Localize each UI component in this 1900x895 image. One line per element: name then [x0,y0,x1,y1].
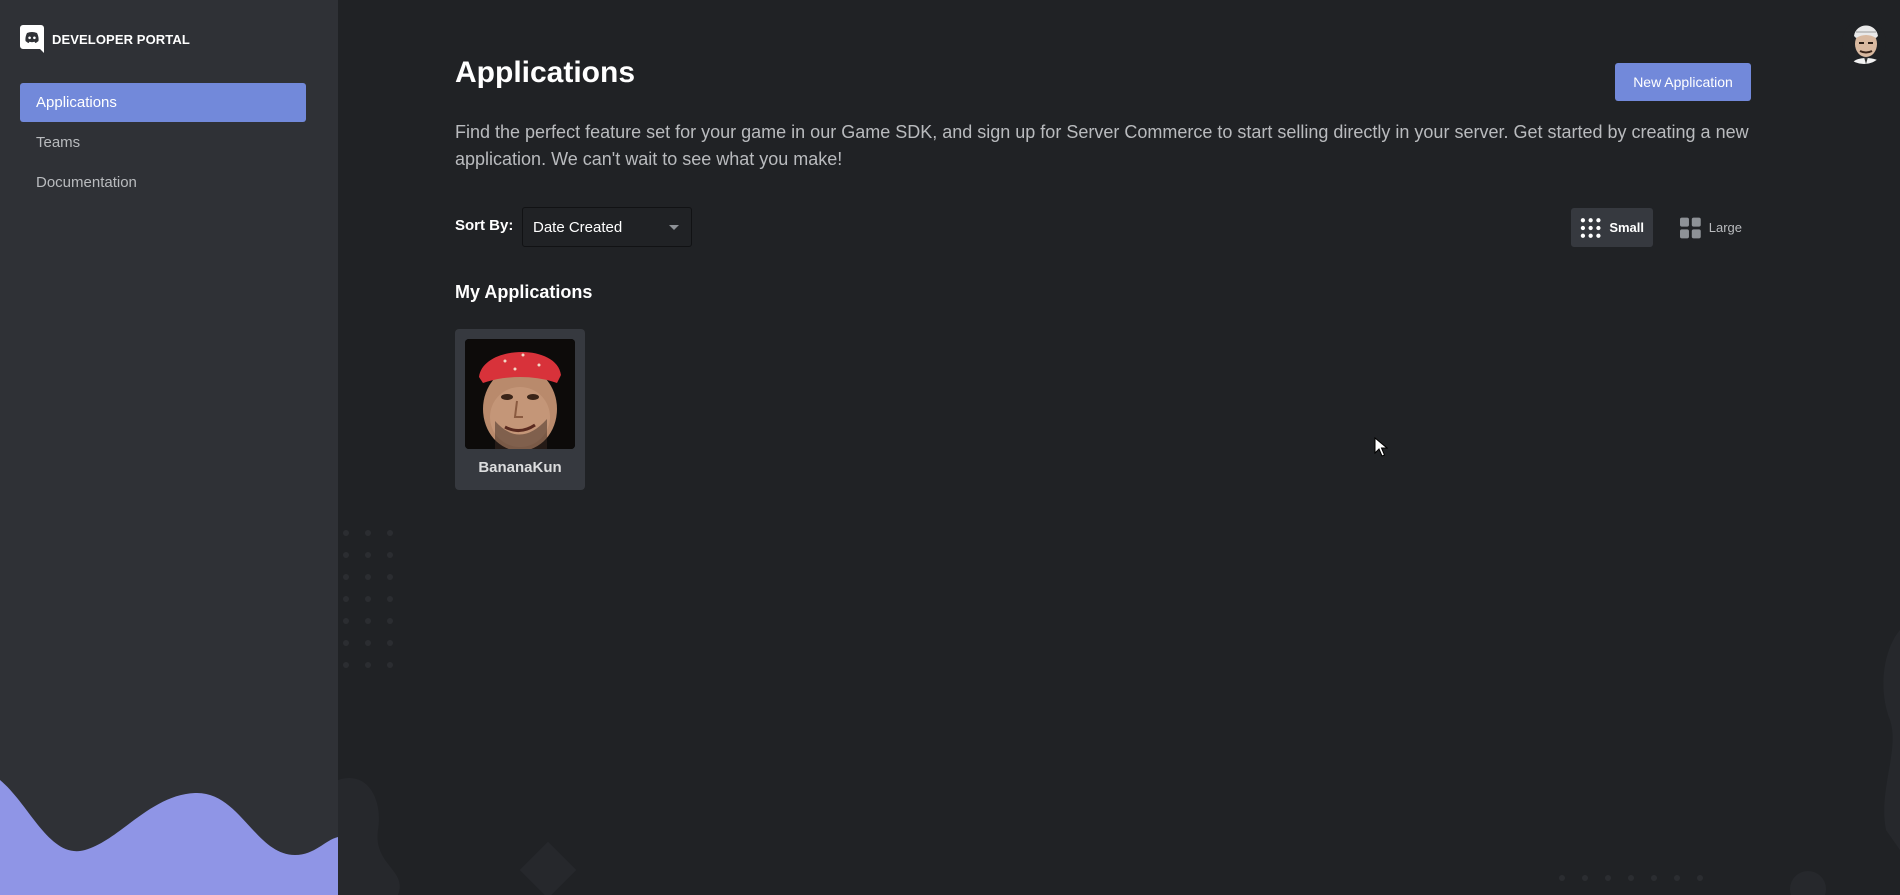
mouse-cursor-icon [1374,437,1388,457]
sort-by-label: Sort By: [455,217,514,234]
view-large-label: Large [1708,220,1742,235]
brand-title: DEVELOPER PORTAL [52,31,190,47]
sidebar-wave-decoration [0,780,338,895]
dots-row-decoration [1559,875,1703,881]
new-application-button[interactable]: New Application [1615,63,1751,101]
sort-by-select[interactable]: Date Created [522,207,692,247]
sidebar: DEVELOPER PORTAL Applications Teams Docu… [0,0,338,895]
discord-logo-icon [20,25,44,53]
sidebar-item-documentation[interactable]: Documentation [20,163,306,202]
user-avatar-image [1842,20,1886,64]
page-title: Applications [455,56,636,89]
application-icon [465,339,575,449]
sidebar-item-applications[interactable]: Applications [20,83,306,122]
application-name: BananaKun [478,459,562,476]
view-large-toggle[interactable]: Large [1671,208,1751,247]
dots-decoration [343,530,393,668]
grid-large-icon [1680,217,1701,238]
sidebar-item-teams[interactable]: Teams [20,123,306,162]
sort-by-value: Date Created [533,218,623,236]
view-small-label: Small [1609,220,1644,235]
side-blob-decoration [1883,630,1900,850]
intro-text: Find the perfect feature set for your ga… [455,122,1749,169]
circle-decoration [1790,871,1826,895]
developer-portal: DEVELOPER PORTAL Applications Teams Docu… [0,0,1900,895]
main-content: Applications New Application Find the pe… [338,0,1900,895]
application-avatar-image [465,339,575,449]
my-applications-heading: My Applications [455,282,593,302]
user-avatar[interactable] [1842,20,1886,64]
view-small-toggle[interactable]: Small [1571,208,1653,247]
chevron-down-icon [669,225,679,230]
diamond-decoration [519,841,577,895]
sidebar-nav: Applications Teams Documentation [20,83,306,203]
blob-decoration [338,778,400,895]
grid-small-icon [1580,217,1601,238]
application-card[interactable]: BananaKun [455,329,585,490]
brand[interactable]: DEVELOPER PORTAL [20,25,190,53]
